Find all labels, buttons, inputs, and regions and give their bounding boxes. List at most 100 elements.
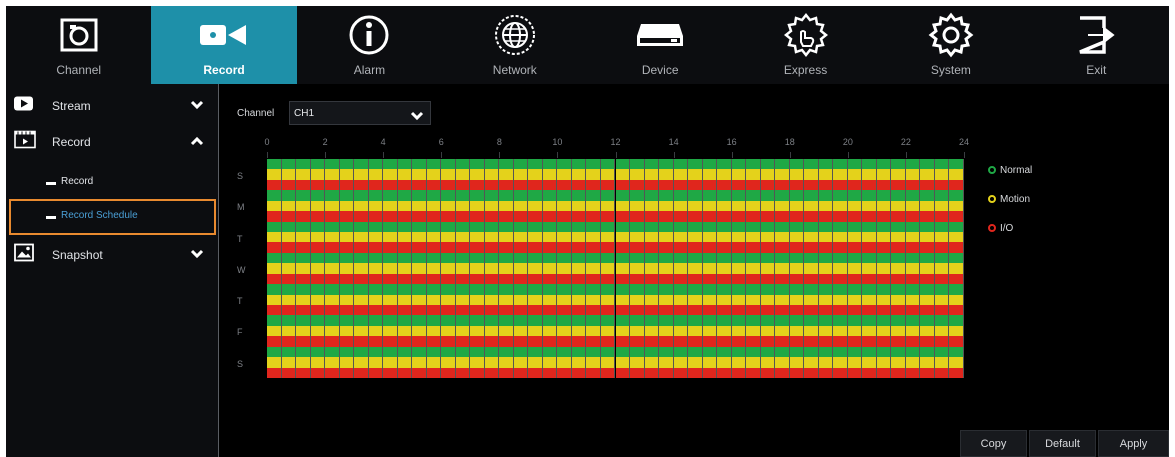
schedule-cell[interactable] bbox=[586, 169, 601, 180]
schedule-cell[interactable] bbox=[891, 169, 906, 180]
schedule-cell[interactable] bbox=[659, 221, 674, 232]
schedule-cell[interactable] bbox=[847, 211, 863, 222]
schedule-cell[interactable] bbox=[470, 273, 485, 285]
schedule-cell[interactable] bbox=[630, 325, 645, 337]
schedule-cell[interactable] bbox=[920, 242, 935, 253]
schedule-cell[interactable] bbox=[804, 190, 819, 201]
schedule-cell[interactable] bbox=[876, 367, 892, 378]
schedule-cell[interactable] bbox=[412, 200, 427, 212]
schedule-cell[interactable] bbox=[905, 263, 921, 274]
schedule-cell[interactable] bbox=[412, 159, 427, 170]
schedule-cell[interactable] bbox=[542, 294, 558, 305]
schedule-cell[interactable] bbox=[455, 200, 471, 212]
schedule-cell[interactable] bbox=[702, 263, 718, 274]
channel-select[interactable]: CH1 bbox=[289, 101, 431, 125]
schedule-cell[interactable] bbox=[441, 159, 456, 170]
schedule-cell[interactable] bbox=[441, 346, 456, 358]
schedule-cell[interactable] bbox=[891, 346, 906, 358]
schedule-cell[interactable] bbox=[688, 273, 703, 285]
schedule-cell[interactable] bbox=[397, 357, 413, 368]
schedule-cell[interactable] bbox=[630, 179, 645, 191]
schedule-cell[interactable] bbox=[397, 200, 413, 212]
schedule-cell[interactable] bbox=[586, 357, 601, 368]
schedule-cell[interactable] bbox=[789, 305, 805, 316]
schedule-cell[interactable] bbox=[920, 221, 935, 232]
schedule-cell[interactable] bbox=[499, 169, 514, 180]
schedule-cell[interactable] bbox=[862, 169, 877, 180]
schedule-cell[interactable] bbox=[339, 367, 355, 378]
schedule-cell[interactable] bbox=[920, 211, 935, 222]
schedule-cell[interactable] bbox=[470, 190, 485, 201]
schedule-cell[interactable] bbox=[920, 284, 935, 295]
schedule-cell[interactable] bbox=[412, 263, 427, 274]
schedule-cell[interactable] bbox=[775, 159, 790, 170]
schedule-cell[interactable] bbox=[513, 159, 529, 170]
schedule-cell[interactable] bbox=[310, 315, 326, 326]
schedule-cell[interactable] bbox=[281, 263, 297, 274]
schedule-cell[interactable] bbox=[615, 273, 631, 285]
schedule-cell[interactable] bbox=[731, 221, 747, 232]
schedule-cell[interactable] bbox=[542, 325, 558, 337]
schedule-cell[interactable] bbox=[296, 315, 311, 326]
schedule-cell[interactable] bbox=[731, 211, 747, 222]
schedule-cell[interactable] bbox=[934, 346, 950, 358]
schedule-cell[interactable] bbox=[804, 357, 819, 368]
schedule-cell[interactable] bbox=[470, 325, 485, 337]
schedule-cell[interactable] bbox=[528, 159, 543, 170]
schedule-cell[interactable] bbox=[470, 346, 485, 358]
schedule-cell[interactable] bbox=[557, 346, 572, 358]
schedule-cell[interactable] bbox=[571, 305, 587, 316]
schedule-cell[interactable] bbox=[267, 273, 282, 285]
schedule-cell[interactable] bbox=[455, 263, 471, 274]
schedule-cell[interactable] bbox=[731, 200, 747, 212]
chevron-down-icon[interactable] bbox=[190, 97, 204, 115]
schedule-cell[interactable] bbox=[688, 252, 703, 264]
schedule-cell[interactable] bbox=[949, 242, 964, 253]
schedule-cell[interactable] bbox=[775, 346, 790, 358]
schedule-cell[interactable] bbox=[267, 232, 282, 243]
schedule-cell[interactable] bbox=[455, 367, 471, 378]
schedule-cell[interactable] bbox=[397, 169, 413, 180]
schedule-cell[interactable] bbox=[630, 221, 645, 232]
schedule-cell[interactable] bbox=[470, 336, 485, 347]
schedule-cell[interactable] bbox=[296, 242, 311, 253]
schedule-cell[interactable] bbox=[630, 200, 645, 212]
schedule-cell[interactable] bbox=[325, 336, 340, 347]
schedule-cell[interactable] bbox=[818, 242, 834, 253]
schedule-cell[interactable] bbox=[731, 315, 747, 326]
schedule-cell[interactable] bbox=[499, 294, 514, 305]
schedule-cell[interactable] bbox=[513, 325, 529, 337]
schedule-cell[interactable] bbox=[296, 232, 311, 243]
schedule-cell[interactable] bbox=[688, 294, 703, 305]
schedule-cell[interactable] bbox=[267, 294, 282, 305]
schedule-cell[interactable] bbox=[542, 169, 558, 180]
schedule-cell[interactable] bbox=[542, 336, 558, 347]
schedule-cell[interactable] bbox=[325, 263, 340, 274]
schedule-cell[interactable] bbox=[702, 190, 718, 201]
schedule-cell[interactable] bbox=[325, 159, 340, 170]
schedule-cell[interactable] bbox=[528, 367, 543, 378]
schedule-cell[interactable] bbox=[891, 336, 906, 347]
schedule-cell[interactable] bbox=[659, 232, 674, 243]
schedule-cell[interactable] bbox=[484, 200, 500, 212]
schedule-cell[interactable] bbox=[412, 221, 427, 232]
schedule-cell[interactable] bbox=[484, 325, 500, 337]
schedule-cell[interactable] bbox=[499, 263, 514, 274]
schedule-cell[interactable] bbox=[702, 305, 718, 316]
schedule-cell[interactable] bbox=[339, 211, 355, 222]
schedule-cell[interactable] bbox=[310, 169, 326, 180]
schedule-cell[interactable] bbox=[615, 336, 631, 347]
chevron-down-icon[interactable] bbox=[190, 246, 204, 264]
schedule-cell[interactable] bbox=[862, 190, 877, 201]
schedule-cell[interactable] bbox=[586, 211, 601, 222]
schedule-cell[interactable] bbox=[789, 242, 805, 253]
schedule-cell[interactable] bbox=[281, 357, 297, 368]
schedule-cell[interactable] bbox=[600, 357, 616, 368]
schedule-cell[interactable] bbox=[833, 159, 848, 170]
schedule-cell[interactable] bbox=[934, 357, 950, 368]
schedule-cell[interactable] bbox=[484, 284, 500, 295]
schedule-cell[interactable] bbox=[891, 200, 906, 212]
schedule-cell[interactable] bbox=[804, 242, 819, 253]
nav-alarm[interactable]: Alarm bbox=[297, 6, 442, 84]
schedule-cell[interactable] bbox=[949, 367, 964, 378]
